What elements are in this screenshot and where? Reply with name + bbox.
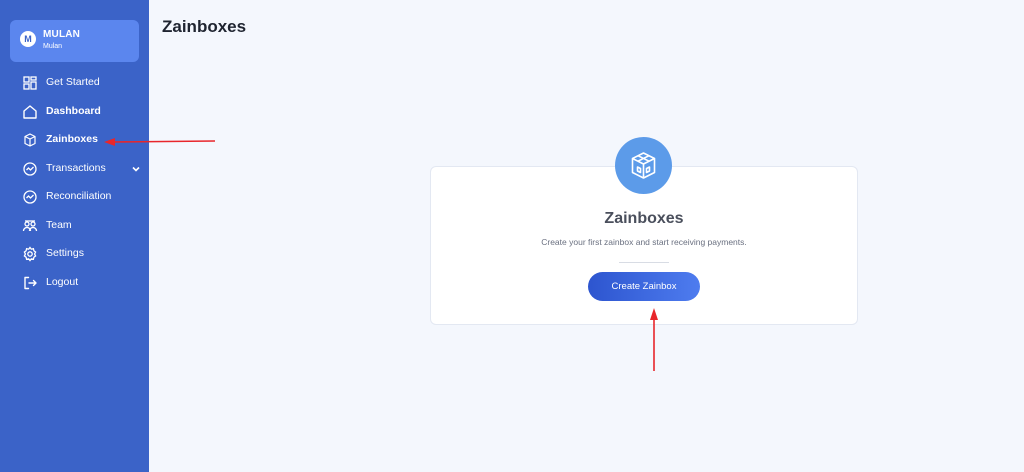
sidebar-item-team[interactable]: Team <box>0 215 149 237</box>
box-icon <box>22 132 38 148</box>
sidebar-item-label: Transactions <box>46 162 106 174</box>
team-icon <box>22 218 38 234</box>
reconciliation-icon <box>22 189 38 205</box>
empty-state-description: Create your first zainbox and start rece… <box>541 237 747 247</box>
profile-subtitle: Mulan <box>43 43 63 50</box>
avatar: M <box>20 31 36 47</box>
sidebar: M MULAN Mulan Get Started Dashboard Zain… <box>0 0 149 472</box>
profile-card[interactable]: M MULAN Mulan <box>10 20 139 62</box>
sidebar-item-transactions[interactable]: Transactions <box>0 158 149 180</box>
grid-icon <box>22 75 38 91</box>
sidebar-item-label: Zainboxes <box>46 133 98 145</box>
sidebar-item-label: Team <box>46 219 72 231</box>
sidebar-item-get-started[interactable]: Get Started <box>0 72 149 94</box>
sidebar-item-reconciliation[interactable]: Reconciliation <box>0 186 149 208</box>
divider <box>619 262 669 263</box>
sidebar-item-zainboxes[interactable]: Zainboxes <box>0 129 149 151</box>
sidebar-item-settings[interactable]: Settings <box>0 243 149 265</box>
sidebar-item-label: Settings <box>46 247 84 259</box>
transactions-icon <box>22 161 38 177</box>
empty-state-title: Zainboxes <box>604 210 684 227</box>
sidebar-item-label: Reconciliation <box>46 190 112 202</box>
sidebar-item-logout[interactable]: Logout <box>0 272 149 294</box>
create-zainbox-button[interactable]: Create Zainbox <box>588 272 700 301</box>
home-icon <box>22 104 38 120</box>
profile-name: MULAN <box>43 29 81 40</box>
logout-icon <box>22 275 38 291</box>
box-icon <box>615 137 672 194</box>
sidebar-item-label: Logout <box>46 276 79 288</box>
sidebar-item-dashboard[interactable]: Dashboard <box>0 101 149 123</box>
gear-icon <box>22 246 38 262</box>
page-title: Zainboxes <box>162 17 247 36</box>
chevron-down-icon[interactable] <box>130 162 142 174</box>
sidebar-item-label: Get Started <box>46 76 100 88</box>
sidebar-item-label: Dashboard <box>46 105 101 117</box>
